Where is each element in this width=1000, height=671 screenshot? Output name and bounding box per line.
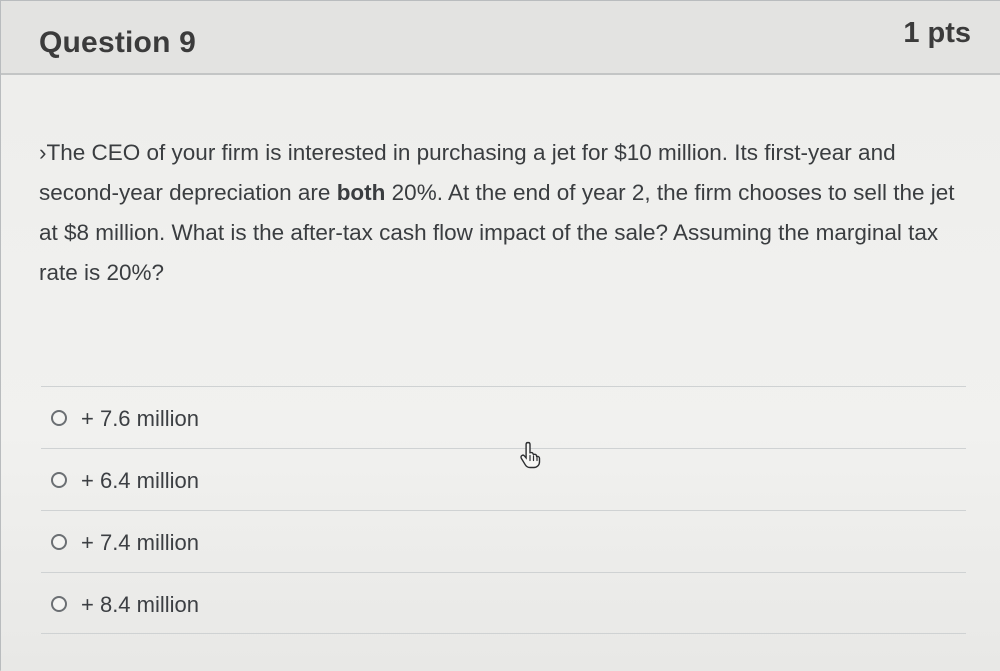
radio-button-icon[interactable]: [51, 410, 67, 426]
question-text: ›The CEO of your firm is interested in p…: [39, 133, 969, 293]
question-text-emphasis: both: [336, 180, 386, 205]
answer-option-3[interactable]: + 7.4 million: [41, 510, 966, 572]
radio-button-icon[interactable]: [51, 472, 67, 488]
question-title: Question 9: [39, 26, 197, 59]
question-body: ›The CEO of your firm is interested in p…: [1, 75, 1000, 671]
answer-label: + 7.6 million: [81, 406, 200, 431]
answer-option-1[interactable]: + 7.6 million: [41, 386, 966, 448]
radio-button-icon[interactable]: [51, 534, 67, 550]
answer-option-4[interactable]: + 8.4 million: [41, 572, 966, 634]
answer-label: + 7.4 million: [81, 530, 200, 555]
answer-options: + 7.6 million + 6.4 million + 7.4 millio…: [41, 386, 966, 634]
answer-option-2[interactable]: + 6.4 million: [41, 448, 966, 510]
question-header: Question 9 1 pts: [1, 1, 1000, 75]
quiz-question-card: Question 9 1 pts ›The CEO of your firm i…: [0, 0, 1000, 671]
question-points: 1 pts: [903, 17, 971, 49]
answer-label: + 8.4 million: [81, 592, 200, 617]
answer-label: + 6.4 million: [81, 468, 200, 493]
radio-button-icon[interactable]: [51, 596, 67, 612]
